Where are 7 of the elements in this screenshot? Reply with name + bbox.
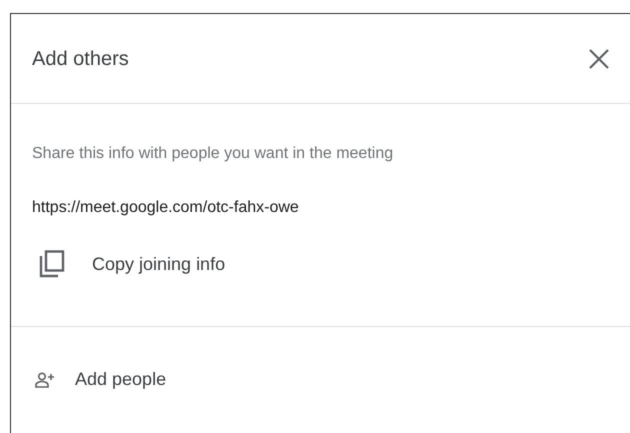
copy-icon (39, 250, 65, 278)
dialog-title: Add others (32, 46, 129, 72)
share-hint: Share this info with people you want in the meeting (32, 144, 394, 164)
close-icon (588, 48, 610, 70)
add-people-button[interactable]: Add people (35, 366, 166, 393)
copy-info-button[interactable]: Copy joining info (39, 250, 226, 278)
add-person-icon (35, 372, 55, 388)
